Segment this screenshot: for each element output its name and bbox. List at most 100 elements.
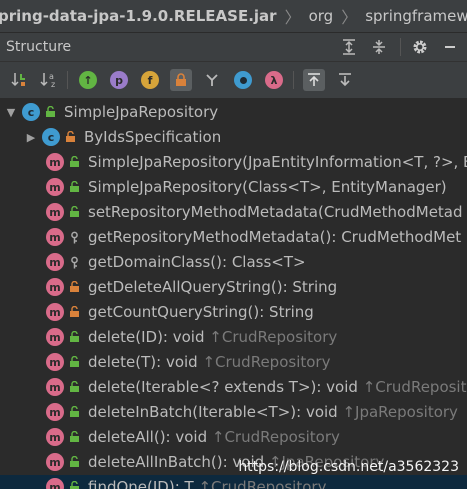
method-signature: getDomainClass(): Class<T>: [88, 253, 306, 271]
method-icon: m: [46, 153, 64, 171]
inherited-from: ↑JpaRepository: [342, 403, 458, 421]
method-signature: delete(T): void: [88, 353, 203, 371]
method-icon: m: [46, 428, 64, 446]
show-lambda-icon[interactable]: λ: [263, 69, 285, 91]
tree-node-method[interactable]: m findOne(ID): T ↑CrudRepository: [0, 475, 467, 489]
public-lock-icon: [68, 405, 80, 419]
tree-node-method[interactable]: m SimpleJpaRepository(Class<T>, EntityMan…: [46, 175, 447, 199]
method-icon: m: [46, 253, 64, 271]
collapse-all-icon[interactable]: [368, 36, 390, 58]
inherited-from: ↑CrudRepository: [211, 428, 340, 446]
private-lock-icon: [68, 305, 80, 319]
inherited-from: ↑CrudRepository: [202, 353, 331, 371]
public-lock-icon: [68, 180, 80, 194]
breadcrumb: pring-data-jpa-1.9.0.RELEASE.jar 〉 org 〉…: [0, 0, 467, 33]
breadcrumb-org[interactable]: org: [307, 7, 336, 25]
structure-header: Structure: [0, 33, 467, 62]
tree-node-method[interactable]: m delete(Iterable<? extends T>): void ↑Cr…: [46, 375, 467, 399]
autoscroll-from-source-icon[interactable]: [334, 69, 356, 91]
tree-node-method[interactable]: m deleteAll(): void ↑CrudRepository: [46, 425, 340, 449]
method-signature: delete(ID): void: [88, 328, 210, 346]
show-non-public-icon[interactable]: [170, 69, 192, 91]
svg-text:z: z: [51, 80, 55, 89]
tree-node-method[interactable]: m deleteInBatch(Iterable<T>): void ↑JpaRe…: [46, 400, 458, 424]
private-lock-icon: [64, 130, 76, 144]
method-icon: m: [46, 403, 64, 421]
method-label: getCountQueryString(): String: [88, 303, 314, 321]
method-label: setRepositoryMethodMetadata(CrudMethodMe…: [88, 203, 463, 221]
tree-node-method[interactable]: m delete(T): void ↑CrudRepository: [46, 350, 330, 374]
inherited-from: ↑CrudRepository: [209, 328, 338, 346]
breadcrumb-springframework[interactable]: springframework: [363, 7, 467, 25]
chevron-right-icon[interactable]: ▶: [24, 131, 38, 144]
method-icon: m: [46, 228, 64, 246]
show-inherited-icon[interactable]: ↑: [77, 69, 99, 91]
show-properties-icon[interactable]: p: [108, 69, 130, 91]
expand-all-icon[interactable]: [338, 36, 360, 58]
tree-node-method[interactable]: m getDeleteAllQueryString(): String: [46, 275, 337, 299]
method-signature: deleteInBatch(Iterable<T>): void: [88, 403, 343, 421]
public-lock-icon: [68, 205, 80, 219]
inherited-from: ↑CrudRepository: [198, 478, 327, 489]
tree-node-method[interactable]: m delete(ID): void ↑CrudRepository: [46, 325, 337, 349]
show-fields-icon[interactable]: f: [139, 69, 161, 91]
hide-icon[interactable]: [439, 36, 461, 58]
method-icon: m: [46, 378, 64, 396]
tree-node-method[interactable]: m SimpleJpaRepository(JpaEntityInformatio…: [46, 150, 467, 174]
method-signature: getRepositoryMethodMetadata(): CrudMetho…: [88, 228, 462, 246]
tree-node-method[interactable]: m getCountQueryString(): String: [46, 300, 314, 324]
method-icon: m: [46, 478, 64, 489]
public-lock-icon: [68, 380, 80, 394]
class-icon: c: [22, 103, 40, 121]
method-label: SimpleJpaRepository(Class<T>, EntityMana…: [88, 178, 447, 196]
method-signature: SimpleJpaRepository(JpaEntityInformation…: [88, 153, 467, 171]
tree-node-method[interactable]: m setRepositoryMethodMetadata(CrudMethodM…: [46, 200, 463, 224]
public-lock-icon: [68, 355, 80, 369]
tree-node-method[interactable]: m getDomainClass(): Class<T>: [46, 250, 306, 274]
method-signature: findOne(ID): T: [88, 478, 199, 489]
show-lambdas-icon[interactable]: [201, 69, 223, 91]
show-anonymous-icon[interactable]: [232, 69, 254, 91]
tree-node-label: SimpleJpaRepository: [64, 103, 219, 121]
method-icon: m: [46, 203, 64, 221]
public-lock-icon: [44, 105, 56, 119]
public-lock-icon: [68, 480, 80, 489]
method-icon: m: [46, 453, 64, 471]
autoscroll-to-source-icon[interactable]: [303, 69, 325, 91]
method-icon: m: [46, 278, 64, 296]
method-label: getDomainClass(): Class<T>: [88, 253, 306, 271]
method-label: getRepositoryMethodMetadata(): CrudMetho…: [88, 228, 461, 246]
tree-node-nested-class[interactable]: ▶ c ByIdsSpecification: [24, 125, 221, 149]
package-private-icon: [68, 255, 80, 269]
method-icon: m: [46, 328, 64, 346]
method-signature: deleteAll(): void: [88, 428, 212, 446]
method-signature: getDeleteAllQueryString(): String: [88, 278, 338, 296]
method-label: delete(T): void ↑CrudRepository: [88, 353, 330, 371]
method-label: getDeleteAllQueryString(): String: [88, 278, 337, 296]
method-icon: m: [46, 353, 64, 371]
sort-alphabetically-icon[interactable]: az: [39, 69, 61, 91]
tree-node-label: ByIdsSpecification: [84, 128, 222, 146]
structure-tree: ▼ c SimpleJpaRepository ▶ c ByIdsSpecifi…: [0, 99, 467, 489]
public-lock-icon: [68, 455, 80, 469]
method-label: findOne(ID): T ↑CrudRepository: [88, 478, 326, 489]
method-icon: m: [46, 303, 64, 321]
breadcrumb-jar[interactable]: pring-data-jpa-1.9.0.RELEASE.jar: [0, 7, 279, 25]
private-lock-icon: [68, 280, 80, 294]
method-label: delete(ID): void ↑CrudRepository: [88, 328, 337, 346]
public-lock-icon: [68, 330, 80, 344]
package-private-icon: [68, 230, 80, 244]
method-signature: SimpleJpaRepository(Class<T>, EntityMana…: [88, 178, 447, 196]
chevron-right-icon: 〉: [341, 8, 358, 27]
tree-node-method[interactable]: m getRepositoryMethodMetadata(): CrudMeth…: [46, 225, 461, 249]
method-label: delete(Iterable<? extends T>): void ↑Cru…: [88, 378, 467, 396]
tree-node-root[interactable]: ▼ c SimpleJpaRepository: [4, 100, 218, 124]
chevron-down-icon[interactable]: ▼: [4, 106, 18, 119]
inherited-from: ↑CrudRepository: [362, 378, 467, 396]
sort-by-visibility-icon[interactable]: [8, 69, 30, 91]
gear-icon[interactable]: [409, 36, 431, 58]
watermark: https://blog.csdn.net/a3562323: [238, 459, 459, 475]
chevron-right-icon: 〉: [284, 8, 301, 27]
method-icon: m: [46, 178, 64, 196]
divider: [400, 38, 401, 56]
